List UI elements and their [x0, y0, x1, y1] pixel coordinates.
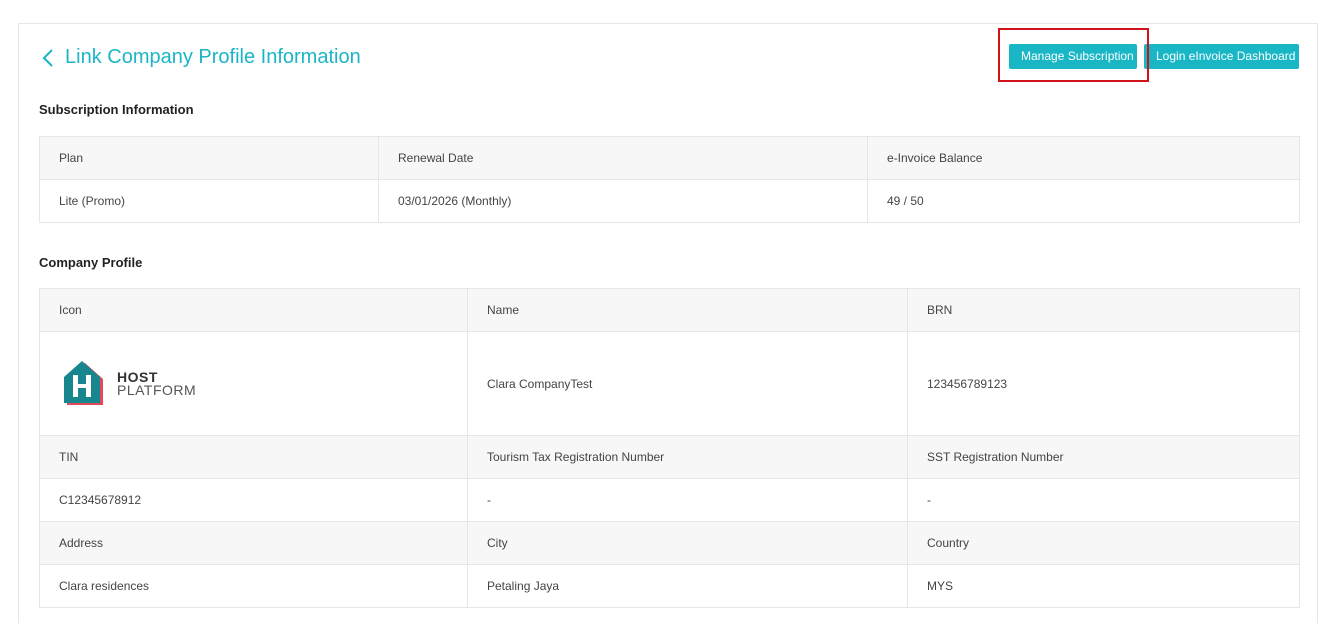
main-panel: Link Company Profile Information Manage … [18, 23, 1318, 623]
logo-platform-text: PLATFORM [117, 381, 197, 398]
tin-value: C12345678912 [39, 478, 468, 522]
einvoice-balance-value: 49 / 50 [867, 179, 1300, 223]
column-header-city: City [467, 521, 908, 565]
table-header-row: Icon Name BRN [39, 288, 1300, 332]
table-row: Lite (Promo) 03/01/2026 (Monthly) 49 / 5… [39, 179, 1300, 223]
renewal-date-value: 03/01/2026 (Monthly) [378, 179, 868, 223]
brn-value: 123456789123 [907, 331, 1300, 436]
page-header: Link Company Profile Information [41, 46, 361, 69]
plan-value: Lite (Promo) [39, 179, 379, 223]
subscription-table: Plan Renewal Date e-Invoice Balance Lite… [39, 136, 1300, 223]
column-header-sst: SST Registration Number [907, 435, 1300, 479]
subscription-section-title: Subscription Information [39, 102, 194, 117]
company-icon-cell: HOST PLATFORM [39, 331, 468, 436]
page-title: Link Company Profile Information [65, 46, 361, 68]
column-header-tourism-tax: Tourism Tax Registration Number [467, 435, 908, 479]
table-header-row: TIN Tourism Tax Registration Number SST … [39, 435, 1300, 479]
column-header-address: Address [39, 521, 468, 565]
column-header-country: Country [907, 521, 1300, 565]
table-row: HOST PLATFORM Clara CompanyTest 12345678… [39, 331, 1300, 436]
login-einvoice-dashboard-button[interactable]: Login eInvoice Dashboard [1144, 44, 1299, 69]
column-header-name: Name [467, 288, 908, 332]
tourism-tax-value: - [467, 478, 908, 522]
column-header-einvoice-balance: e-Invoice Balance [867, 136, 1300, 180]
column-header-renewal-date: Renewal Date [378, 136, 868, 180]
address-value: Clara residences [39, 564, 468, 608]
column-header-icon: Icon [39, 288, 468, 332]
country-value: MYS [907, 564, 1300, 608]
column-header-tin: TIN [39, 435, 468, 479]
city-value: Petaling Jaya [467, 564, 908, 608]
company-profile-section-title: Company Profile [39, 255, 143, 270]
table-header-row: Address City Country [39, 521, 1300, 565]
table-header-row: Plan Renewal Date e-Invoice Balance [39, 136, 1300, 180]
back-chevron-icon[interactable] [41, 48, 55, 68]
manage-subscription-button[interactable]: Manage Subscription [1009, 44, 1137, 69]
table-row: Clara residences Petaling Jaya MYS [39, 564, 1300, 608]
column-header-plan: Plan [39, 136, 379, 180]
column-header-brn: BRN [907, 288, 1300, 332]
company-name-value: Clara CompanyTest [467, 331, 908, 436]
host-platform-logo: HOST PLATFORM [59, 359, 467, 409]
company-profile-table: Icon Name BRN HOST PLATFORM Clara Compan… [39, 288, 1300, 608]
house-h-logo-icon [64, 360, 103, 405]
table-row: C12345678912 - - [39, 478, 1300, 522]
sst-value: - [907, 478, 1300, 522]
